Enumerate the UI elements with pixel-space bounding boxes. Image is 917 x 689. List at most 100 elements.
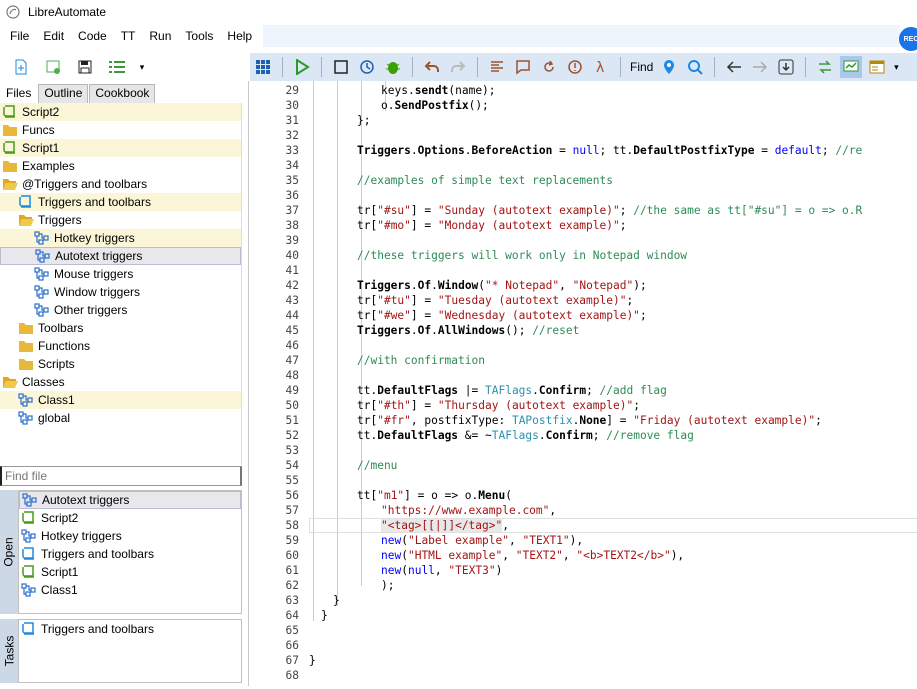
code-line[interactable]: 42 Triggers.Of.Window("* Notepad", "Notep… (249, 278, 917, 293)
run-icon[interactable] (291, 56, 313, 78)
code-line[interactable]: 59 new("Label example", "TEXT1"), (249, 533, 917, 548)
code-line[interactable]: 63} (249, 593, 917, 608)
code-line[interactable]: 38 tr["#mo"] = "Monday (autotext example)… (249, 218, 917, 233)
code-line[interactable]: 34 (249, 158, 917, 173)
code-line[interactable]: 45 Triggers.Of.AllWindows(); //reset (249, 323, 917, 338)
files-item-mouse-triggers[interactable]: Mouse triggers (0, 265, 241, 283)
files-item-script1[interactable]: Script1 (0, 139, 241, 157)
code-line[interactable]: 37 tr["#su"] = "Sunday (autotext example)… (249, 203, 917, 218)
tab-outline[interactable]: Outline (38, 84, 89, 103)
tasks-item-triggers-and-toolbars[interactable]: Triggers and toolbars (19, 620, 241, 638)
find-button[interactable]: Find (630, 60, 653, 74)
code-line[interactable]: 66 (249, 638, 917, 653)
menu-code[interactable]: Code (71, 26, 114, 46)
loop-icon[interactable] (538, 56, 560, 78)
open-item-script2[interactable]: Script2 (19, 509, 241, 527)
find-file-input[interactable] (0, 466, 242, 486)
files-item-funcs[interactable]: Funcs (0, 121, 241, 139)
code-line[interactable]: 57 "https://www.example.com", (249, 503, 917, 518)
files-item-triggers-and-toolbars[interactable]: @Triggers and toolbars (0, 175, 241, 193)
code-line[interactable]: 48 (249, 368, 917, 383)
files-item-other-triggers[interactable]: Other triggers (0, 301, 241, 319)
code-line[interactable]: 35 //examples of simple text replacements (249, 173, 917, 188)
files-item-triggers[interactable]: Triggers (0, 211, 241, 229)
exception-icon[interactable] (564, 56, 586, 78)
code-line[interactable]: 61 new(null, "TEXT3") (249, 563, 917, 578)
files-item-triggers-and-toolbars[interactable]: Triggers and toolbars (0, 193, 241, 211)
code-line[interactable]: 47 //with confirmation (249, 353, 917, 368)
find-location-icon[interactable] (658, 56, 680, 78)
new-file-icon[interactable] (10, 56, 32, 78)
files-item-global[interactable]: global (0, 409, 241, 427)
code-line[interactable]: 40 //these triggers will work only in Not… (249, 248, 917, 263)
code-line[interactable]: 55 (249, 473, 917, 488)
code-editor[interactable]: 29 keys.sendt(name); 30 o.SendPostfix(); 31}… (248, 81, 917, 686)
new-script-icon[interactable] (42, 56, 64, 78)
menu-run[interactable]: Run (142, 26, 178, 46)
code-line[interactable]: 54 //menu (249, 458, 917, 473)
search-icon[interactable] (684, 56, 706, 78)
tab-files[interactable]: Files (0, 84, 38, 103)
files-item-scripts[interactable]: Scripts (0, 355, 241, 373)
files-item-hotkey-triggers[interactable]: Hotkey triggers (0, 229, 241, 247)
code-line[interactable]: 52 tt.DefaultFlags &= ~TAFlags.Confirm; /… (249, 428, 917, 443)
open-item-autotext-triggers[interactable]: Autotext triggers (19, 491, 241, 509)
files-item-autotext-triggers[interactable]: Autotext triggers (0, 247, 241, 265)
debug-icon[interactable] (382, 56, 404, 78)
lambda-icon[interactable]: λ (590, 56, 612, 78)
code-line[interactable]: 39 (249, 233, 917, 248)
menu-file[interactable]: File (3, 26, 36, 46)
code-line[interactable]: 67} (249, 653, 917, 668)
toolbar-overflow-icon[interactable]: ▾ (138, 56, 146, 78)
panels-grid-icon[interactable] (252, 56, 274, 78)
undo-icon[interactable] (421, 56, 443, 78)
code-line[interactable]: 68 (249, 668, 917, 683)
code-line[interactable]: 64} (249, 608, 917, 623)
code-line[interactable]: 46 (249, 338, 917, 353)
code-line[interactable]: 58 "<tag>[[|]]</tag>", (249, 518, 917, 533)
forward-icon[interactable] (749, 56, 771, 78)
code-line[interactable]: 51 tr["#fr", postfixType: TAPostfix.None]… (249, 413, 917, 428)
back-icon[interactable] (723, 56, 745, 78)
redo-icon[interactable] (447, 56, 469, 78)
code-line[interactable]: 60 new("HTML example", "TEXT2", "<b>TEXT2… (249, 548, 917, 563)
code-line[interactable]: 49 tt.DefaultFlags |= TAFlags.Confirm; //… (249, 383, 917, 398)
code-line[interactable]: 30 o.SendPostfix(); (249, 98, 917, 113)
open-item-hotkey-triggers[interactable]: Hotkey triggers (19, 527, 241, 545)
code-line[interactable]: 31}; (249, 113, 917, 128)
menu-tools[interactable]: Tools (178, 26, 220, 46)
code-line[interactable]: 50 tr["#th"] = "Thursday (autotext exampl… (249, 398, 917, 413)
code-line[interactable]: 32 (249, 128, 917, 143)
menu-help[interactable]: Help (220, 26, 259, 46)
open-item-triggers-and-toolbars[interactable]: Triggers and toolbars (19, 545, 241, 563)
menu-tt[interactable]: TT (114, 26, 143, 46)
open-item-class1[interactable]: Class1 (19, 581, 241, 599)
files-item-functions[interactable]: Functions (0, 337, 241, 355)
swap-icon[interactable] (814, 56, 836, 78)
rec-button[interactable]: REC (899, 27, 917, 51)
save-icon[interactable] (74, 56, 96, 78)
recent-tasks-icon[interactable] (356, 56, 378, 78)
code-line[interactable]: 62); (249, 578, 917, 593)
toolbar-overflow-icon[interactable]: ▾ (892, 56, 900, 78)
stop-icon[interactable] (330, 56, 352, 78)
files-item-examples[interactable]: Examples (0, 157, 241, 175)
comment-icon[interactable] (512, 56, 534, 78)
code-line[interactable]: 36 (249, 188, 917, 203)
files-item-toolbars[interactable]: Toolbars (0, 319, 241, 337)
monitor-icon[interactable] (840, 56, 863, 78)
code-line[interactable]: 53 (249, 443, 917, 458)
code-line[interactable]: 56 tt["m1"] = o => o.Menu( (249, 488, 917, 503)
menu-edit[interactable]: Edit (36, 26, 71, 46)
code-line[interactable]: 43 tr["#tu"] = "Tuesday (autotext example… (249, 293, 917, 308)
list-icon[interactable] (106, 56, 128, 78)
files-item-script2[interactable]: Script2 (0, 103, 241, 121)
open-item-script1[interactable]: Script1 (19, 563, 241, 581)
code-line[interactable]: 44 tr["#we"] = "Wednesday (autotext examp… (249, 308, 917, 323)
window-icon[interactable] (866, 56, 888, 78)
code-line[interactable]: 29 keys.sendt(name); (249, 83, 917, 98)
code-line[interactable]: 33 Triggers.Options.BeforeAction = null; … (249, 143, 917, 158)
files-item-class1[interactable]: Class1 (0, 391, 241, 409)
download-icon[interactable] (775, 56, 797, 78)
code-line[interactable]: 41 (249, 263, 917, 278)
